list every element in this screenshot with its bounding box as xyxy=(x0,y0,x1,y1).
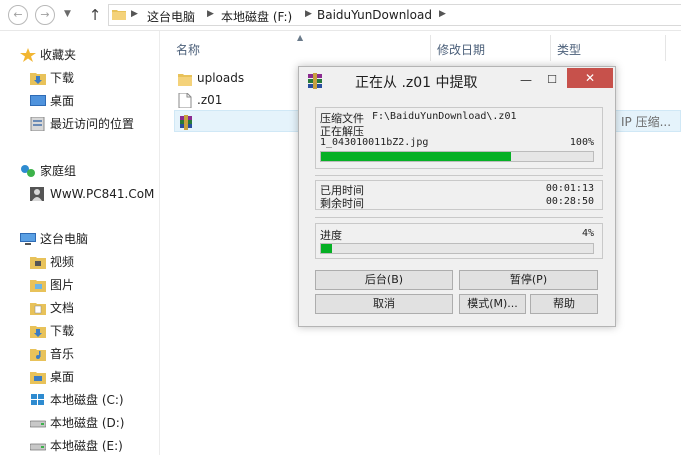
close-button[interactable]: ✕ xyxy=(567,68,613,88)
pause-button[interactable]: 暂停(P) xyxy=(459,270,598,290)
explorer-window: ← → ▼ ↑ ▶ 这台电脑 ▶ 本地磁盘 (F:) ▶ BaiduYunDow… xyxy=(0,0,681,455)
user-avatar-icon xyxy=(30,187,44,201)
folder-pictures-icon xyxy=(30,280,46,292)
background-button[interactable]: 后台(B) xyxy=(315,270,453,290)
folder-documents-icon xyxy=(30,303,46,315)
folder-videos-icon xyxy=(30,257,46,269)
divider xyxy=(315,217,603,218)
hard-drive-icon xyxy=(30,420,46,428)
total-progress-bar xyxy=(320,243,594,254)
maximize-icon[interactable]: ☐ xyxy=(543,71,561,89)
minimize-icon[interactable]: — xyxy=(517,71,535,89)
elapsed-value: 00:01:13 xyxy=(545,183,594,194)
address-bar: ← → ▼ ↑ ▶ 这台电脑 ▶ 本地磁盘 (F:) ▶ BaiduYunDow… xyxy=(0,0,681,31)
dialog-title: 正在从 .z01 中提取 xyxy=(355,75,478,91)
extraction-dialog: 正在从 .z01 中提取 — ☐ ✕ 压缩文件 F:\BaiduYunDownl… xyxy=(298,66,616,327)
progress-label: 进度 xyxy=(320,229,342,242)
folder-music-icon xyxy=(30,349,46,361)
hard-drive-icon xyxy=(30,443,46,451)
computer-icon xyxy=(20,233,36,245)
divider xyxy=(315,175,603,176)
file-percent: 100% xyxy=(569,137,594,148)
back-arrow-icon[interactable]: ← xyxy=(8,5,28,25)
windows-drive-icon xyxy=(31,394,44,405)
homegroup-icon xyxy=(21,165,35,177)
chevron-right-icon[interactable]: ▶ xyxy=(305,9,312,19)
time-panel: 已用时间 00:01:13 剩余时间 00:28:50 xyxy=(315,180,603,210)
chevron-right-icon[interactable]: ▶ xyxy=(207,9,214,19)
path-box[interactable]: ▶ 这台电脑 ▶ 本地磁盘 (F:) ▶ BaiduYunDownload ▶ xyxy=(108,4,681,26)
recent-places-icon xyxy=(30,117,45,131)
folder-icon xyxy=(112,10,126,20)
chevron-right-icon[interactable]: ▶ xyxy=(131,9,138,19)
remaining-value: 00:28:50 xyxy=(545,196,594,207)
desktop-icon xyxy=(30,95,46,106)
column-header-name[interactable]: 名称 xyxy=(176,41,200,58)
file-type: IP 压缩... xyxy=(621,115,672,129)
extraction-info-panel: 压缩文件 F:\BaiduYunDownload\.z01 正在解压 1_043… xyxy=(315,107,603,169)
file-progress-fill xyxy=(321,152,511,161)
star-icon xyxy=(20,48,36,62)
breadcrumb-baiduyundownload[interactable]: BaiduYunDownload xyxy=(317,8,432,22)
folder-desktop-icon xyxy=(30,372,46,384)
folder-download-icon xyxy=(30,73,46,85)
sort-ascending-icon: ▲ xyxy=(297,33,304,42)
column-header-date[interactable]: 修改日期 xyxy=(437,41,485,58)
column-divider[interactable] xyxy=(430,35,431,61)
total-progress-panel: 进度 4% xyxy=(315,223,603,259)
mode-button[interactable]: 模式(M)... xyxy=(459,294,526,314)
breadcrumb-drive-f[interactable]: 本地磁盘 (F:) xyxy=(221,8,292,25)
folder-icon xyxy=(178,74,192,86)
file-progress-bar xyxy=(320,151,594,162)
cancel-button[interactable]: 取消 xyxy=(315,294,453,314)
winrar-archive-icon xyxy=(180,115,192,130)
chevron-right-icon[interactable]: ▶ xyxy=(439,9,446,19)
column-header-type[interactable]: 类型 xyxy=(557,41,581,58)
dialog-titlebar[interactable]: 正在从 .z01 中提取 — ☐ ✕ xyxy=(299,67,615,95)
current-file-name: 1_043010011bZ2.jpg xyxy=(320,137,429,148)
forward-arrow-icon[interactable]: → xyxy=(35,5,55,25)
navigation-pane: 收藏夹 下载 桌面 最近访问的位置 家庭组 WwW.PC841.CoM 这台电脑 xyxy=(0,31,160,455)
remaining-label: 剩余时间 xyxy=(320,197,364,210)
folder-download-icon xyxy=(30,326,46,338)
blank-file-icon xyxy=(178,93,192,108)
column-divider[interactable] xyxy=(665,35,666,61)
breadcrumb-this-pc[interactable]: 这台电脑 xyxy=(147,8,195,25)
column-divider[interactable] xyxy=(550,35,551,61)
total-progress-fill xyxy=(321,244,332,253)
history-dropdown-icon[interactable]: ▼ xyxy=(64,9,71,19)
up-arrow-icon[interactable]: ↑ xyxy=(86,5,104,25)
help-button[interactable]: 帮助 xyxy=(530,294,598,314)
archive-path: F:\BaiduYunDownload\.z01 xyxy=(372,111,517,122)
winrar-icon xyxy=(308,73,322,89)
progress-percent: 4% xyxy=(581,228,594,239)
